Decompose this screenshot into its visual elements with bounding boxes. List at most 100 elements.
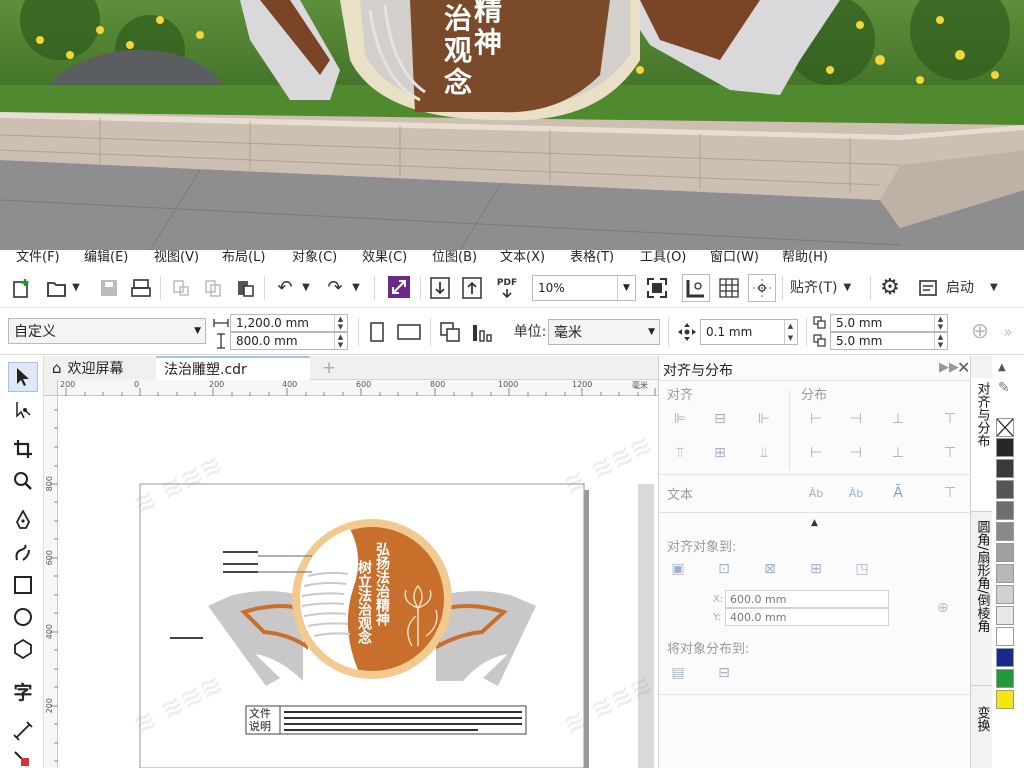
cut-icon[interactable] [168,276,194,300]
save-icon[interactable] [96,276,122,300]
align-center-horizontal-icon[interactable]: ⊟ [709,408,731,430]
align-center-vertical-icon[interactable]: ⊞ [709,442,731,464]
menu-object[interactable]: 对象(C) [292,250,337,266]
ruler-origin[interactable] [44,380,58,396]
distribute-center-icon[interactable]: ⊣ [845,408,867,430]
menu-effects[interactable]: 效果(C) [362,250,407,266]
full-screen-icon[interactable] [644,275,670,301]
distribute-to-page-icon[interactable]: ⊟ [713,662,735,684]
distribute-to-selection-icon[interactable]: ▤ [667,662,689,684]
distribute-left-icon[interactable]: ⊢ [805,408,827,430]
menu-help[interactable]: 帮助(H) [782,250,828,266]
color-swatch[interactable] [996,648,1014,667]
menu-file[interactable]: 文件(F) [16,250,60,266]
align-top-icon[interactable]: ⫪ [669,442,691,464]
more-chevron-icon[interactable]: » [996,319,1020,345]
zoom-dropdown-chevron-icon[interactable]: ▼ [617,276,635,300]
menu-window[interactable]: 窗口(W) [710,250,759,266]
drawing-canvas[interactable]: 弘扬法治精神 树立法治观念 文件 说明 [58,396,658,768]
print-icon[interactable] [128,276,154,300]
color-swatch[interactable] [996,501,1014,520]
color-swatch[interactable] [996,585,1014,604]
artistic-media-tool-icon[interactable] [8,538,38,568]
side-tab-fillet-scallop-chamfer[interactable]: 圆角/扇形角/倒棱角 [971,516,993,686]
page-height-spinner[interactable]: ▲ ▼ [334,333,346,349]
palette-scroll-up-icon[interactable]: ▲ [998,362,1006,373]
text-bounding-box-icon[interactable]: Ā [887,482,909,504]
align-bottom-icon[interactable]: ⫫ [753,442,775,464]
text-tool-icon[interactable]: 字 [8,676,38,706]
duplicate-y-spinner[interactable]: ▲ ▼ [934,333,946,349]
color-swatch[interactable] [996,627,1014,646]
menu-view[interactable]: 视图(V) [154,250,199,266]
show-guidelines-icon[interactable] [748,274,776,302]
no-color-swatch[interactable] [996,418,1014,437]
parallel-dimension-tool-icon[interactable] [8,716,38,746]
open-dropdown-chevron-icon[interactable]: ▼ [70,276,82,300]
color-swatch[interactable] [996,690,1014,709]
horizontal-ruler[interactable]: 200 0 200 400 600 800 1000 1200 毫米 [58,380,658,396]
color-swatch[interactable] [996,543,1014,562]
docker-collapse-icon[interactable]: ▶▶ [939,360,959,375]
color-swatch[interactable] [996,480,1014,499]
show-grid-icon[interactable] [716,275,742,301]
docker-close-icon[interactable]: ✕ [957,358,970,377]
text-outline-icon[interactable]: ⊤ [939,482,961,504]
side-tab-transform[interactable]: 变换 [971,702,993,768]
paste-icon[interactable] [232,276,258,300]
freehand-pen-tool-icon[interactable] [8,506,38,536]
menu-layout[interactable]: 布局(L) [222,250,265,266]
copy-icon[interactable] [200,276,226,300]
redo-icon[interactable]: ↷ [322,276,348,300]
tab-welcome-screen[interactable]: ⌂ 欢迎屏幕 [44,356,156,380]
crop-tool-icon[interactable] [8,434,38,464]
open-folder-icon[interactable] [44,276,70,300]
new-document-icon[interactable] [8,276,36,300]
align-to-active-object-icon[interactable]: ▣ [667,558,689,580]
align-to-point-icon[interactable]: ◳ [851,558,873,580]
color-swatch[interactable] [996,606,1014,625]
landscape-icon[interactable] [394,319,424,345]
import-icon[interactable] [428,275,452,301]
duplicate-x-spinner[interactable]: ▲ ▼ [934,315,946,331]
text-first-baseline-icon[interactable]: Āb [805,482,827,504]
search-content-icon[interactable] [386,274,412,300]
menu-edit[interactable]: 编辑(E) [84,250,128,266]
rectangle-tool-icon[interactable] [8,570,38,600]
vertical-ruler[interactable]: 800 600 400 200 [44,396,58,768]
distribute-spacing-v-icon[interactable]: ⊤ [939,442,961,464]
page-width-spinner[interactable]: ▲ ▼ [334,315,346,331]
duplicate-x-input[interactable]: 5.0 mm [830,314,948,332]
publish-pdf-icon[interactable]: PDF [492,275,522,301]
menu-text[interactable]: 文本(X) [500,250,545,266]
show-rulers-icon[interactable] [682,274,710,302]
color-swatch[interactable] [996,459,1014,478]
align-to-grid-icon[interactable]: ⊞ [805,558,827,580]
align-to-page-center-icon[interactable]: ⊠ [759,558,781,580]
page-width-input[interactable]: 1,200.0 mm [230,314,348,332]
add-tab-plus-icon[interactable]: + [314,356,336,380]
menu-tools[interactable]: 工具(O) [640,250,686,266]
tab-document[interactable]: 法治雕塑.cdr [156,356,310,380]
connector-tool-icon[interactable] [8,748,38,768]
page-size-select[interactable]: 自定义 ▼ [8,318,206,344]
launch-button[interactable]: 启动 ▼ [918,275,1018,301]
align-to-page-edge-icon[interactable]: ⊡ [713,558,735,580]
distribute-middle-icon[interactable]: ⊣ [845,442,867,464]
current-page-icon[interactable] [468,319,496,345]
ellipse-tool-icon[interactable] [8,602,38,632]
all-pages-icon[interactable] [436,319,464,345]
expand-collapse-triangle-icon[interactable]: ▲ [811,518,818,528]
redo-dropdown-chevron-icon[interactable]: ▼ [350,276,362,300]
align-x-input[interactable]: 600.0 mm [725,590,889,608]
units-select[interactable]: 毫米 ▼ [548,319,660,345]
distribute-right-icon[interactable]: ⊥ [887,408,909,430]
align-right-icon[interactable]: ⊩ [753,408,775,430]
color-swatch[interactable] [996,438,1014,457]
polygon-tool-icon[interactable] [8,634,38,664]
text-last-baseline-icon[interactable]: Āb [845,482,867,504]
export-icon[interactable] [460,275,484,301]
distribute-bottom-icon[interactable]: ⊥ [887,442,909,464]
menu-bitmaps[interactable]: 位图(B) [432,250,477,266]
add-plus-icon[interactable]: ⊕ [966,319,994,345]
